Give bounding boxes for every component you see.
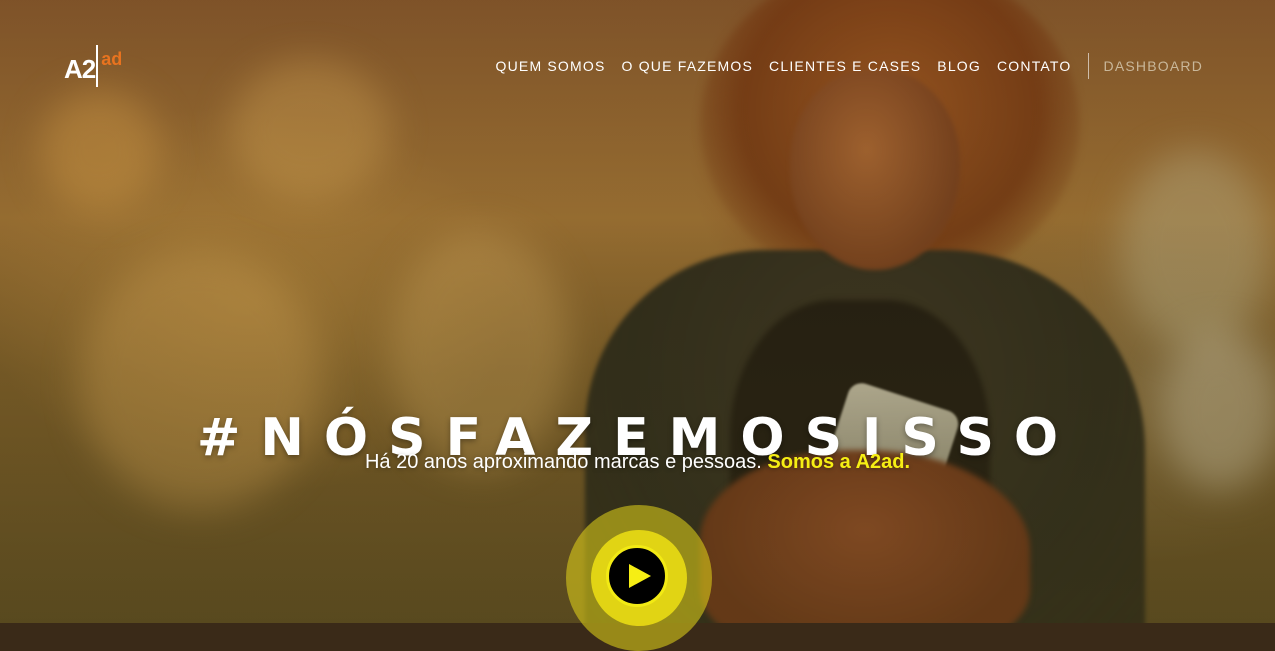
nav-item-quem-somos[interactable]: QUEM SOMOS [496,55,606,77]
nav-item-o-que-fazemos[interactable]: O QUE FAZEMOS [622,55,754,77]
play-video-button[interactable] [606,545,668,607]
nav-item-clientes-e-cases[interactable]: CLIENTES E CASES [769,55,921,77]
logo-divider [96,45,99,87]
nav-divider [1087,53,1089,79]
nav-item-contato[interactable]: CONTATO [997,55,1072,77]
hero-subline-highlight: Somos a A2ad. [767,451,911,473]
logo-main-text: A2 [64,54,96,84]
hero-subline: Há 20 anos aproximando marcas e pessoas.… [0,448,1275,476]
logo[interactable]: A2 ad [64,45,122,89]
logo-sub-text: ad [101,49,123,69]
hero-subline-text: Há 20 anos aproximando marcas e pessoas. [364,451,762,473]
play-icon [622,562,653,590]
nav-item-dashboard[interactable]: DASHBOARD [1104,55,1203,77]
nav-item-blog[interactable]: BLOG [937,55,981,77]
main-nav: QUEM SOMOS O QUE FAZEMOS CLIENTES E CASE… [480,53,1204,79]
